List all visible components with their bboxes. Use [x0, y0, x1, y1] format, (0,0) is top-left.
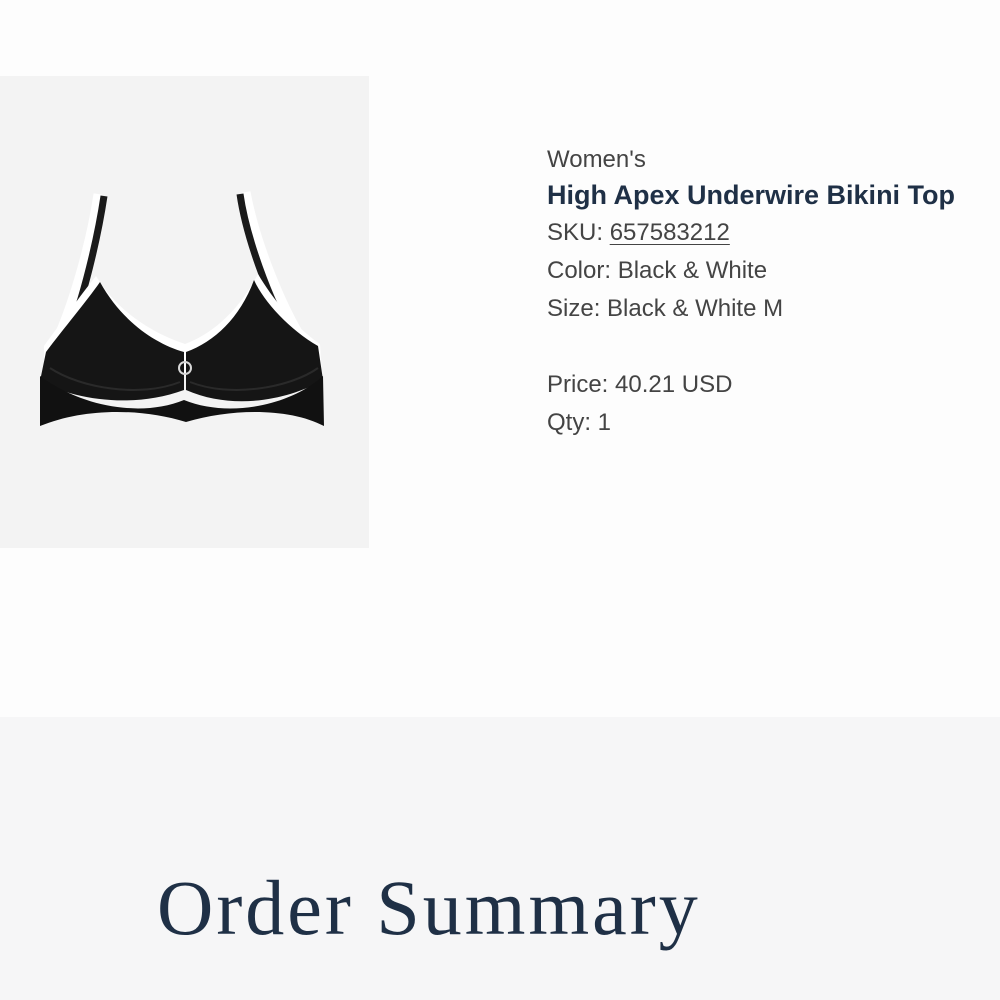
color-row: Color: Black & White	[547, 252, 987, 290]
product-title[interactable]: High Apex Underwire Bikini Top	[547, 177, 987, 214]
color-label: Color:	[547, 257, 618, 284]
size-label: Size:	[547, 295, 608, 322]
sku-row: SKU: 657583212	[547, 214, 987, 252]
bikini-top-image	[40, 191, 324, 426]
product-image[interactable]	[0, 76, 369, 548]
color-value: Black & White	[617, 257, 768, 284]
product-category: Women's	[547, 146, 646, 173]
price-value: 40.21 USD	[615, 371, 733, 398]
price-label: Price:	[547, 371, 616, 398]
size-value: Black & White M	[607, 295, 784, 322]
order-summary-title: Order Summary	[157, 864, 701, 951]
price-row: Price: 40.21 USD	[547, 366, 987, 404]
qty-label: Qty:	[547, 409, 598, 436]
qty-value: 1	[597, 409, 612, 436]
sku-link[interactable]: 657583212	[610, 219, 730, 246]
qty-row: Qty: 1	[547, 404, 987, 442]
product-details: Women's High Apex Underwire Bikini Top S…	[547, 143, 987, 442]
size-row: Size: Black & White M	[547, 290, 987, 328]
sku-label: SKU:	[547, 219, 610, 246]
